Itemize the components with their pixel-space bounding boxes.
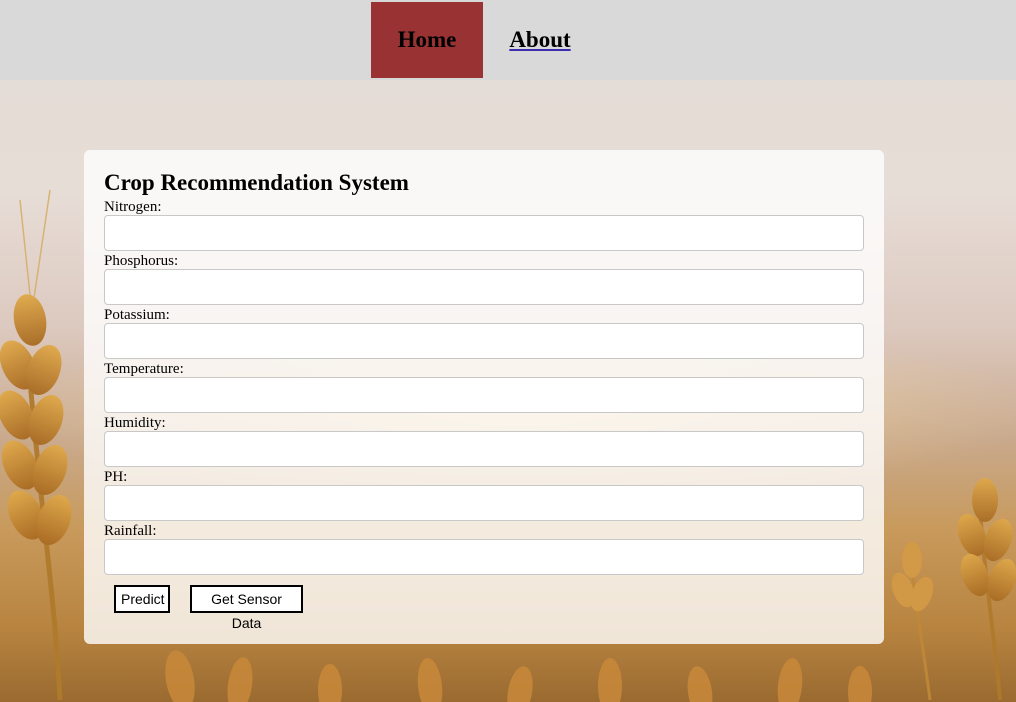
crop-form-card: Crop Recommendation System Nitrogen: Pho… [84,150,884,644]
nav-home-link[interactable]: Home [371,2,483,78]
phosphorus-input[interactable] [104,269,864,305]
nitrogen-input[interactable] [104,215,864,251]
top-navbar: Home About [0,0,1016,80]
nitrogen-label: Nitrogen: [104,199,162,215]
potassium-input[interactable] [104,323,864,359]
humidity-label: Humidity: [104,415,166,431]
ph-label: PH: [104,469,128,485]
temperature-label: Temperature: [104,361,184,377]
temperature-input[interactable] [104,377,864,413]
nav-about-link[interactable]: About [508,2,572,78]
ph-input[interactable] [104,485,864,521]
rainfall-input[interactable] [104,539,864,575]
phosphorus-label: Phosphorus: [104,253,179,269]
get-sensor-data-button[interactable]: Get Sensor Data [190,585,303,631]
rainfall-label: Rainfall: [104,523,157,539]
form-title: Crop Recommendation System [104,170,409,195]
predict-button[interactable]: Predict [114,585,170,613]
humidity-input[interactable] [104,431,864,467]
potassium-label: Potassium: [104,307,170,323]
